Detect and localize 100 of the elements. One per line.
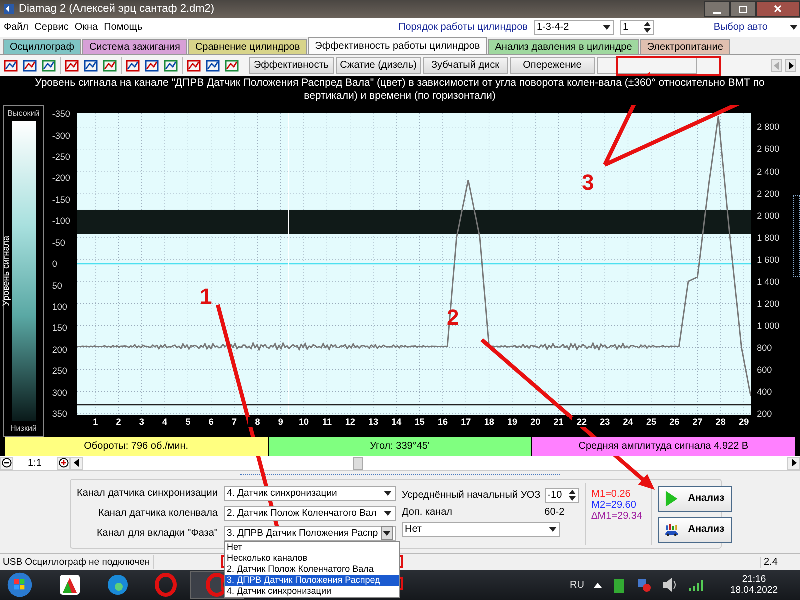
minimize-icon — [713, 12, 721, 14]
dropdown-option[interactable]: Нет — [224, 542, 399, 553]
menu-item[interactable]: Сервис — [34, 22, 69, 34]
scroll-left-button[interactable] — [70, 456, 83, 470]
cylinder-spinner[interactable]: 1 — [620, 20, 654, 36]
dropdown-option[interactable]: 2. Датчик Полож Коленчатого Вала — [224, 564, 399, 575]
axis-tick-label: 2 800 — [757, 122, 780, 132]
left-triangle-icon — [74, 459, 80, 468]
axis-tick-label: 1 200 — [757, 298, 780, 309]
dropdown-option[interactable]: Несколько каналов — [224, 552, 399, 564]
channel-dropdown[interactable]: 4. Датчик синхронизации — [224, 486, 396, 501]
field-label: Канал для вкладки "Фаза" — [96, 528, 218, 539]
tab[interactable]: Эффективность работы цилиндров — [308, 37, 488, 54]
blank-tab[interactable] — [597, 57, 697, 74]
window-title: Diamag 2 (Алексей эрц сантаф 2.dm2) — [19, 2, 215, 15]
menu-item[interactable]: Файл — [4, 22, 29, 34]
field-label: Усреднённый начальный УОЗ — [402, 490, 541, 501]
tab[interactable]: Анализ давления в цилиндре — [488, 39, 640, 54]
axis-tick-label: -300 — [52, 130, 70, 141]
signal-icon[interactable] — [688, 578, 704, 592]
language-indicator[interactable]: RU — [570, 580, 584, 591]
subtab[interactable]: Зубчатый диск — [423, 57, 508, 74]
battery-icon[interactable] — [612, 577, 626, 594]
menu-item[interactable]: Помощь — [104, 22, 143, 34]
clock-time[interactable]: 21:16 — [742, 574, 766, 586]
caret-icon — [384, 490, 392, 496]
network-error-icon[interactable] — [636, 577, 652, 594]
right-triangle-icon — [790, 459, 796, 468]
annotation-number: 1 — [200, 284, 212, 310]
channel-dropdown[interactable]: 2. Датчик Полож Коленчатого Вал — [224, 506, 396, 521]
scroll-right-button[interactable] — [787, 456, 800, 470]
wheel-type-label: 60-2 — [544, 506, 565, 518]
ring-icon[interactable] — [154, 573, 178, 598]
play-icon — [664, 490, 678, 508]
field-label: Канал датчика синхронизации — [77, 488, 218, 499]
caret-icon — [603, 25, 611, 30]
speaker-icon[interactable] — [662, 578, 678, 592]
readout-bar: Средняя амплитуда сигнала 4.922 В — [532, 437, 796, 456]
axis-tick-label: -350 — [52, 109, 70, 120]
tab[interactable]: Сравнение цилиндров — [188, 39, 308, 54]
axis-tick-label: 1 400 — [757, 276, 780, 287]
axis-tick-label: 1 800 — [757, 232, 780, 243]
axis-tick-label: 2 400 — [757, 166, 780, 177]
version-label: 2.4 — [760, 556, 800, 568]
caret-icon — [382, 530, 391, 536]
marker-readout: M2=29.60 — [592, 500, 638, 511]
scroll-right-button[interactable] — [785, 59, 796, 72]
dropdown-option[interactable]: 3. ДПРВ Датчик Положения Распред — [224, 574, 399, 586]
axis-tick-label: 50 — [52, 280, 62, 290]
analyze-button[interactable]: Анализ — [658, 486, 732, 512]
line-graph-icon[interactable] — [83, 58, 99, 74]
cylinder-order-dropdown[interactable]: 1-3-4-2 — [534, 20, 614, 36]
axis-tick-label: 0 — [52, 259, 58, 270]
cylinder-order-label: Порядок работы цилиндров — [398, 22, 528, 34]
subtab[interactable]: Опережение — [510, 57, 595, 74]
axis-tick-label: 300 — [52, 388, 68, 398]
clock-date[interactable]: 18.04.2022 — [730, 585, 778, 596]
caret-icon — [790, 25, 798, 30]
tab[interactable]: Система зажигания — [82, 39, 188, 54]
axis-tick-label: 2 000 — [757, 210, 780, 221]
field-label: Доп. канал — [402, 506, 452, 518]
marker-readout: ∆M1=29.34 — [592, 510, 643, 522]
maximize-button[interactable] — [730, 0, 756, 17]
subtab[interactable]: Эффективность — [249, 57, 334, 74]
axis-tick-label: 1 000 — [757, 320, 780, 331]
spinner-arrows-icon — [644, 22, 651, 34]
menu-item[interactable]: Окна — [74, 22, 98, 34]
axis-tick-label: -200 — [52, 173, 70, 184]
axis-tick-label: 2 600 — [757, 144, 780, 154]
readout-bar: Угол: 339°45' — [268, 437, 532, 456]
browser-icon[interactable] — [106, 573, 130, 598]
axis-tick-label: 400 — [757, 386, 772, 397]
axis-tick-label: -100 — [52, 216, 70, 226]
axis-tick-label: 1 600 — [757, 254, 780, 265]
extra-channel-dropdown[interactable]: Нет — [402, 522, 560, 537]
minimize-button[interactable] — [704, 0, 730, 17]
marker-readout: M1=0.26 — [592, 488, 632, 500]
axis-tick-label: -250 — [52, 152, 70, 162]
tab[interactable]: Осциллограф — [3, 39, 82, 54]
close-button[interactable] — [756, 0, 800, 17]
axis-tick-label: 2 200 — [757, 188, 780, 199]
channel-dropdown[interactable]: 3. ДПРВ Датчик Положения Распр — [224, 526, 396, 541]
legend-high-label: Высокий — [8, 108, 40, 120]
analyze-button[interactable]: Анализ — [658, 516, 732, 543]
axis-tick-label: 200 — [757, 409, 772, 420]
field-label: Канал датчика коленвала — [98, 508, 218, 519]
zoom-out-button[interactable] — [0, 456, 13, 470]
start-button[interactable] — [6, 571, 34, 600]
dropdown-option[interactable]: 4. Датчик синхронизации — [224, 586, 399, 597]
axis-tick-label: -50 — [52, 238, 66, 248]
uoz-spinner[interactable]: -10 — [544, 488, 579, 503]
show-hidden-icons-icon[interactable] — [594, 582, 602, 588]
axis-tick-label: 600 — [757, 364, 772, 375]
zoom-in-button[interactable] — [57, 456, 70, 470]
tab[interactable]: Электропитание — [640, 39, 730, 54]
scrollbar-thumb[interactable] — [353, 456, 363, 470]
triangle-app-icon[interactable] — [58, 573, 82, 598]
subtab[interactable]: Сжатие (дизель) — [336, 57, 421, 74]
scrollbar-track[interactable] — [793, 195, 800, 278]
legend-axis-label: Уровень сигнала — [0, 236, 11, 306]
